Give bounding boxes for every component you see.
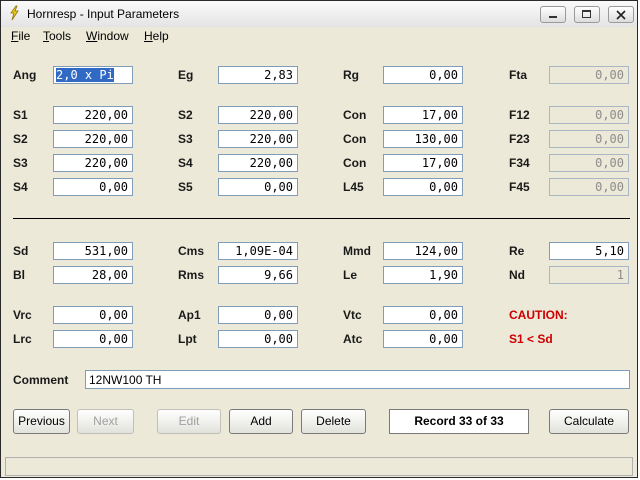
status-bar xyxy=(5,457,633,476)
comment-field[interactable]: 12NW100 TH xyxy=(85,370,630,389)
caution-title: CAUTION: xyxy=(509,308,568,322)
param-label: Lpt xyxy=(178,332,197,346)
param-field-lpt[interactable]: 0,00 xyxy=(218,330,298,348)
param-field-s2[interactable]: 220,00 xyxy=(53,130,133,148)
param-label: S3 xyxy=(178,132,193,146)
param-label: Lrc xyxy=(13,332,32,346)
param-field-con[interactable]: 17,00 xyxy=(383,106,463,124)
param-field-eg[interactable]: 2,83 xyxy=(218,66,298,84)
param-field-fta: 0,00 xyxy=(549,66,629,84)
add-button[interactable]: Add xyxy=(229,409,293,434)
param-label: Le xyxy=(343,268,358,282)
param-label: Rg xyxy=(343,68,359,82)
param-field-s5[interactable]: 0,00 xyxy=(218,178,298,196)
param-label: S1 xyxy=(13,108,28,122)
param-field-ang[interactable]: 2,0 x Pi xyxy=(53,66,133,84)
add-button-label: Add xyxy=(250,414,272,428)
calculate-button-label: Calculate xyxy=(563,414,615,428)
edit-button-label: Edit xyxy=(178,414,200,428)
param-label: F12 xyxy=(509,108,530,122)
param-label: S4 xyxy=(178,156,193,170)
param-label: S2 xyxy=(178,108,193,122)
param-label: Nd xyxy=(509,268,525,282)
param-label: Sd xyxy=(13,244,29,258)
param-field-s4[interactable]: 220,00 xyxy=(218,154,298,172)
param-field-s3[interactable]: 220,00 xyxy=(218,130,298,148)
param-field-f23: 0,00 xyxy=(549,130,629,148)
param-field-f34: 0,00 xyxy=(549,154,629,172)
param-field-mmd[interactable]: 124,00 xyxy=(383,242,463,260)
param-label: Rms xyxy=(178,268,205,282)
param-label: Fta xyxy=(509,68,527,82)
previous-button[interactable]: Previous xyxy=(13,409,70,434)
param-label: S4 xyxy=(13,180,28,194)
param-field-rg[interactable]: 0,00 xyxy=(383,66,463,84)
param-field-f45: 0,00 xyxy=(549,178,629,196)
previous-button-label: Previous xyxy=(18,414,65,428)
param-field-ap1[interactable]: 0,00 xyxy=(218,306,298,324)
param-label: Con xyxy=(343,156,367,170)
next-button: Next xyxy=(77,409,134,434)
param-field-con[interactable]: 17,00 xyxy=(383,154,463,172)
comment-label: Comment xyxy=(13,373,69,387)
param-field-bl[interactable]: 28,00 xyxy=(53,266,133,284)
param-label: Vtc xyxy=(343,308,362,322)
param-field-vrc[interactable]: 0,00 xyxy=(53,306,133,324)
param-label: Re xyxy=(509,244,525,258)
param-field-le[interactable]: 1,90 xyxy=(383,266,463,284)
calculate-button[interactable]: Calculate xyxy=(549,409,629,434)
edit-button: Edit xyxy=(157,409,221,434)
param-label: F45 xyxy=(509,180,530,194)
param-label: F34 xyxy=(509,156,530,170)
param-label: S5 xyxy=(178,180,193,194)
param-label: Bl xyxy=(13,268,25,282)
record-indicator: Record 33 of 33 xyxy=(389,409,529,434)
param-label: Ap1 xyxy=(178,308,201,322)
param-field-lrc[interactable]: 0,00 xyxy=(53,330,133,348)
param-label: Vrc xyxy=(13,308,32,322)
param-field-atc[interactable]: 0,00 xyxy=(383,330,463,348)
param-label: Mmd xyxy=(343,244,371,258)
param-label: L45 xyxy=(343,180,364,194)
param-field-s1[interactable]: 220,00 xyxy=(53,106,133,124)
delete-button-label: Delete xyxy=(316,414,351,428)
param-field-con[interactable]: 130,00 xyxy=(383,130,463,148)
param-label: F23 xyxy=(509,132,530,146)
param-field-f12: 0,00 xyxy=(549,106,629,124)
param-value: 2,0 x Pi xyxy=(56,68,114,82)
param-field-s4[interactable]: 0,00 xyxy=(53,178,133,196)
section-divider xyxy=(13,218,630,219)
param-field-l45[interactable]: 0,00 xyxy=(383,178,463,196)
param-label: Cms xyxy=(178,244,205,258)
param-field-nd: 1 xyxy=(549,266,629,284)
param-field-cms[interactable]: 1,09E-04 xyxy=(218,242,298,260)
param-field-sd[interactable]: 531,00 xyxy=(53,242,133,260)
param-field-vtc[interactable]: 0,00 xyxy=(383,306,463,324)
param-label: Ang xyxy=(13,68,37,82)
param-field-s3[interactable]: 220,00 xyxy=(53,154,133,172)
param-label: Eg xyxy=(178,68,194,82)
delete-button[interactable]: Delete xyxy=(301,409,366,434)
param-label: S3 xyxy=(13,156,28,170)
param-field-rms[interactable]: 9,66 xyxy=(218,266,298,284)
next-button-label: Next xyxy=(93,414,118,428)
param-field-s2[interactable]: 220,00 xyxy=(218,106,298,124)
param-label: S2 xyxy=(13,132,28,146)
param-label: Con xyxy=(343,108,367,122)
input-parameters-panel: Ang 2,0 x Pi Eg 2,83 Rg 0,00 Fta 0,00 S1… xyxy=(1,1,637,476)
param-label: Atc xyxy=(343,332,363,346)
param-label: Con xyxy=(343,132,367,146)
caution-message: S1 < Sd xyxy=(509,332,553,346)
param-field-re[interactable]: 5,10 xyxy=(549,242,629,260)
app-window: Hornresp - Input Parameters File Tools W… xyxy=(0,0,638,478)
